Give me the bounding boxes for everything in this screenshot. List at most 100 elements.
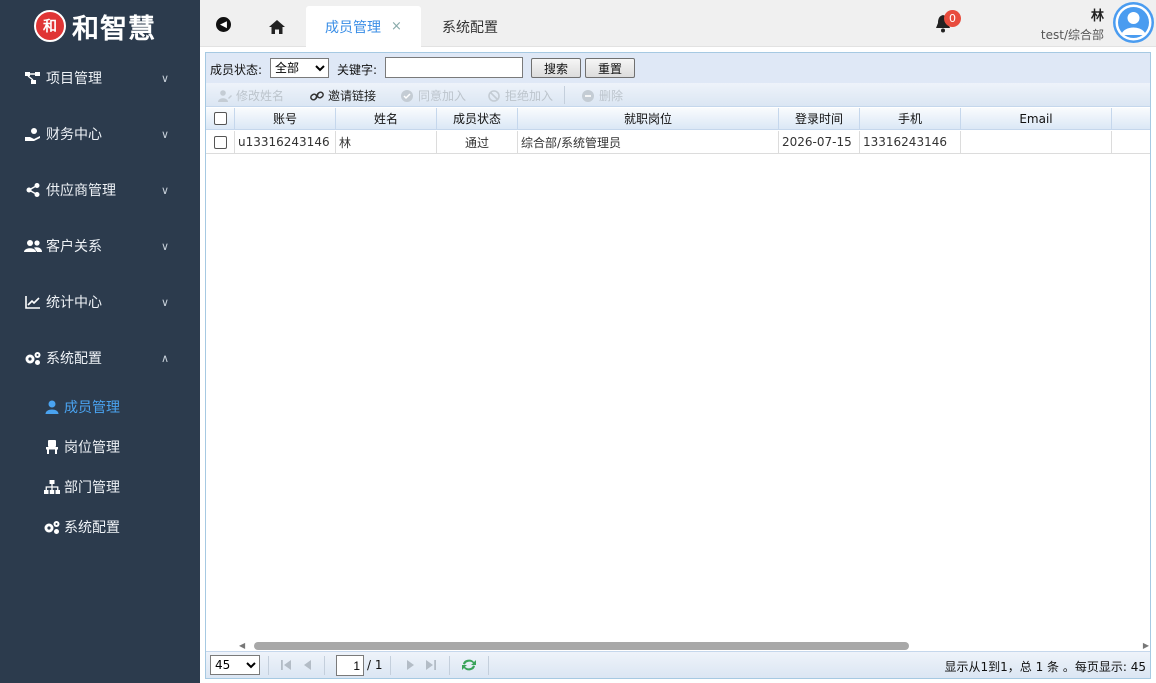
pagination-bar: 45 / 1 显示从1到1，总 1 条 。每页显示: 45 (206, 651, 1150, 678)
minus-circle-icon (581, 89, 595, 103)
pager-divider (449, 656, 450, 675)
menu-project[interactable]: 项目管理 ∨ (0, 64, 200, 92)
approve-button[interactable]: 同意加入 (400, 87, 466, 104)
sidebar-item-label: 成员管理 (64, 400, 120, 416)
column-header[interactable]: 就职岗位 (518, 108, 779, 129)
column-header[interactable]: 手机 (860, 108, 961, 129)
delete-button[interactable]: 删除 (581, 87, 623, 104)
invite-link-label: 邀请链接 (328, 89, 377, 103)
chart-icon (24, 294, 42, 310)
tab-label: 系统配置 (442, 19, 498, 36)
column-header[interactable]: 账号 (235, 108, 336, 129)
column-header[interactable]: Email (961, 108, 1112, 129)
user-name: 林 (1090, 9, 1104, 24)
sidebar-item-label: 系统配置 (64, 520, 120, 536)
sidebar: 和 和智慧 项目管理 ∨ 财务中心 ∨ 供应商管理 ∨ 客户关系 ∨ 统计中心 (0, 0, 200, 683)
ban-icon (487, 89, 501, 103)
table-header: 账号 姓名 成员状态 就职岗位 登录时间 手机 Email (206, 108, 1150, 130)
avatar[interactable] (1113, 2, 1154, 43)
finance-icon (24, 126, 42, 142)
sitemap-icon (43, 479, 61, 495)
chevron-down-icon: ∨ (161, 239, 170, 253)
page-size-select[interactable]: 45 (210, 655, 260, 675)
column-header[interactable]: 成员状态 (437, 108, 518, 129)
page-number-input[interactable] (336, 655, 364, 676)
page-total: / 1 (367, 658, 383, 672)
column-header[interactable]: 姓名 (336, 108, 437, 129)
close-icon[interactable]: × (391, 19, 402, 34)
menu-customer[interactable]: 客户关系 ∨ (0, 232, 200, 260)
menu-supplier-label: 供应商管理 (46, 183, 116, 199)
edit-name-button[interactable]: 修改姓名 (218, 87, 284, 104)
search-bar: 成员状态: 全部 关键字: 搜索 重置 (206, 53, 1150, 83)
sidebar-item-member-management[interactable]: 成员管理 (0, 394, 200, 420)
back-icon[interactable]: ◀ (216, 17, 231, 32)
menu-system-config[interactable]: 系统配置 ∧ (0, 344, 200, 372)
chevron-down-icon: ∨ (161, 183, 170, 197)
sidebar-item-system-config[interactable]: 系统配置 (0, 514, 200, 540)
logo-text: 和智慧 (72, 13, 156, 45)
search-button[interactable]: 搜索 (531, 58, 581, 78)
menu-finance[interactable]: 财务中心 ∨ (0, 120, 200, 148)
keyword-input[interactable] (385, 57, 523, 78)
logo: 和 和智慧 (0, 0, 200, 52)
horizontal-scrollbar[interactable]: ◀ ▶ (239, 639, 1149, 651)
reset-button[interactable]: 重置 (585, 58, 635, 78)
user-org: test/综合部 (1040, 28, 1104, 42)
approve-label: 同意加入 (418, 89, 467, 103)
tab-home[interactable] (249, 6, 305, 47)
notification-badge: 0 (944, 10, 961, 27)
menu-statistics-label: 统计中心 (46, 295, 102, 311)
share-icon (24, 182, 42, 198)
pager-divider (268, 656, 269, 675)
link-icon (310, 89, 324, 103)
edit-name-label: 修改姓名 (236, 89, 285, 103)
menu-statistics[interactable]: 统计中心 ∨ (0, 288, 200, 316)
chevron-up-icon: ∧ (161, 351, 170, 365)
logo-mark: 和 (34, 10, 66, 42)
status-filter-select[interactable]: 全部 (270, 58, 329, 78)
select-all-checkbox[interactable] (213, 112, 227, 125)
scroll-left-arrow-icon[interactable]: ◀ (239, 641, 245, 650)
select-all-cell (206, 108, 235, 129)
chair-icon (43, 439, 61, 455)
refresh-icon[interactable] (461, 657, 477, 673)
top-bar: ◀ 成员管理 × 系统配置 0 林 test/综合部 (200, 0, 1156, 47)
keyword-label: 关键字: (337, 63, 378, 77)
invite-link-button[interactable]: 邀请链接 (310, 87, 376, 104)
position-cell: 综合部/系统管理员 (518, 131, 779, 153)
reject-label: 拒绝加入 (505, 89, 554, 103)
phone-cell: 13316243146 (860, 131, 961, 153)
check-circle-icon (400, 89, 414, 103)
next-page-icon[interactable] (402, 657, 418, 673)
status-cell: 通过 (437, 131, 518, 153)
scroll-right-arrow-icon[interactable]: ▶ (1143, 641, 1149, 650)
pager-divider (390, 656, 391, 675)
pager-divider (324, 656, 325, 675)
menu-supplier[interactable]: 供应商管理 ∨ (0, 176, 200, 204)
tab-member-management[interactable]: 成员管理 × (306, 6, 421, 47)
reject-button[interactable]: 拒绝加入 (487, 87, 553, 104)
tab-label: 成员管理 (325, 19, 382, 36)
table-row[interactable]: u13316243146 林 通过 综合部/系统管理员 2026-07-15 1… (206, 131, 1150, 154)
row-checkbox[interactable] (213, 135, 227, 149)
account-cell: u13316243146 (235, 131, 336, 153)
tab-system-config[interactable]: 系统配置 (421, 6, 519, 47)
last-page-icon[interactable] (423, 657, 439, 673)
content-panel: 成员状态: 全部 关键字: 搜索 重置 修改姓名 邀请链接 同意加入 拒绝加入 … (205, 52, 1151, 679)
scrollbar-thumb[interactable] (254, 642, 909, 650)
user-icon (43, 399, 61, 415)
home-icon (269, 19, 285, 34)
name-cell: 林 (336, 131, 437, 153)
delete-label: 删除 (599, 89, 624, 103)
chevron-down-icon: ∨ (161, 295, 170, 309)
column-header[interactable]: 登录时间 (779, 108, 860, 129)
sidebar-item-department-management[interactable]: 部门管理 (0, 474, 200, 500)
sidebar-item-position-management[interactable]: 岗位管理 (0, 434, 200, 460)
menu-customer-label: 客户关系 (46, 239, 102, 255)
sidebar-item-label: 部门管理 (64, 480, 120, 496)
first-page-icon[interactable] (278, 657, 294, 673)
toolbar-divider (564, 86, 565, 104)
prev-page-icon[interactable] (300, 657, 316, 673)
project-icon (24, 70, 42, 86)
